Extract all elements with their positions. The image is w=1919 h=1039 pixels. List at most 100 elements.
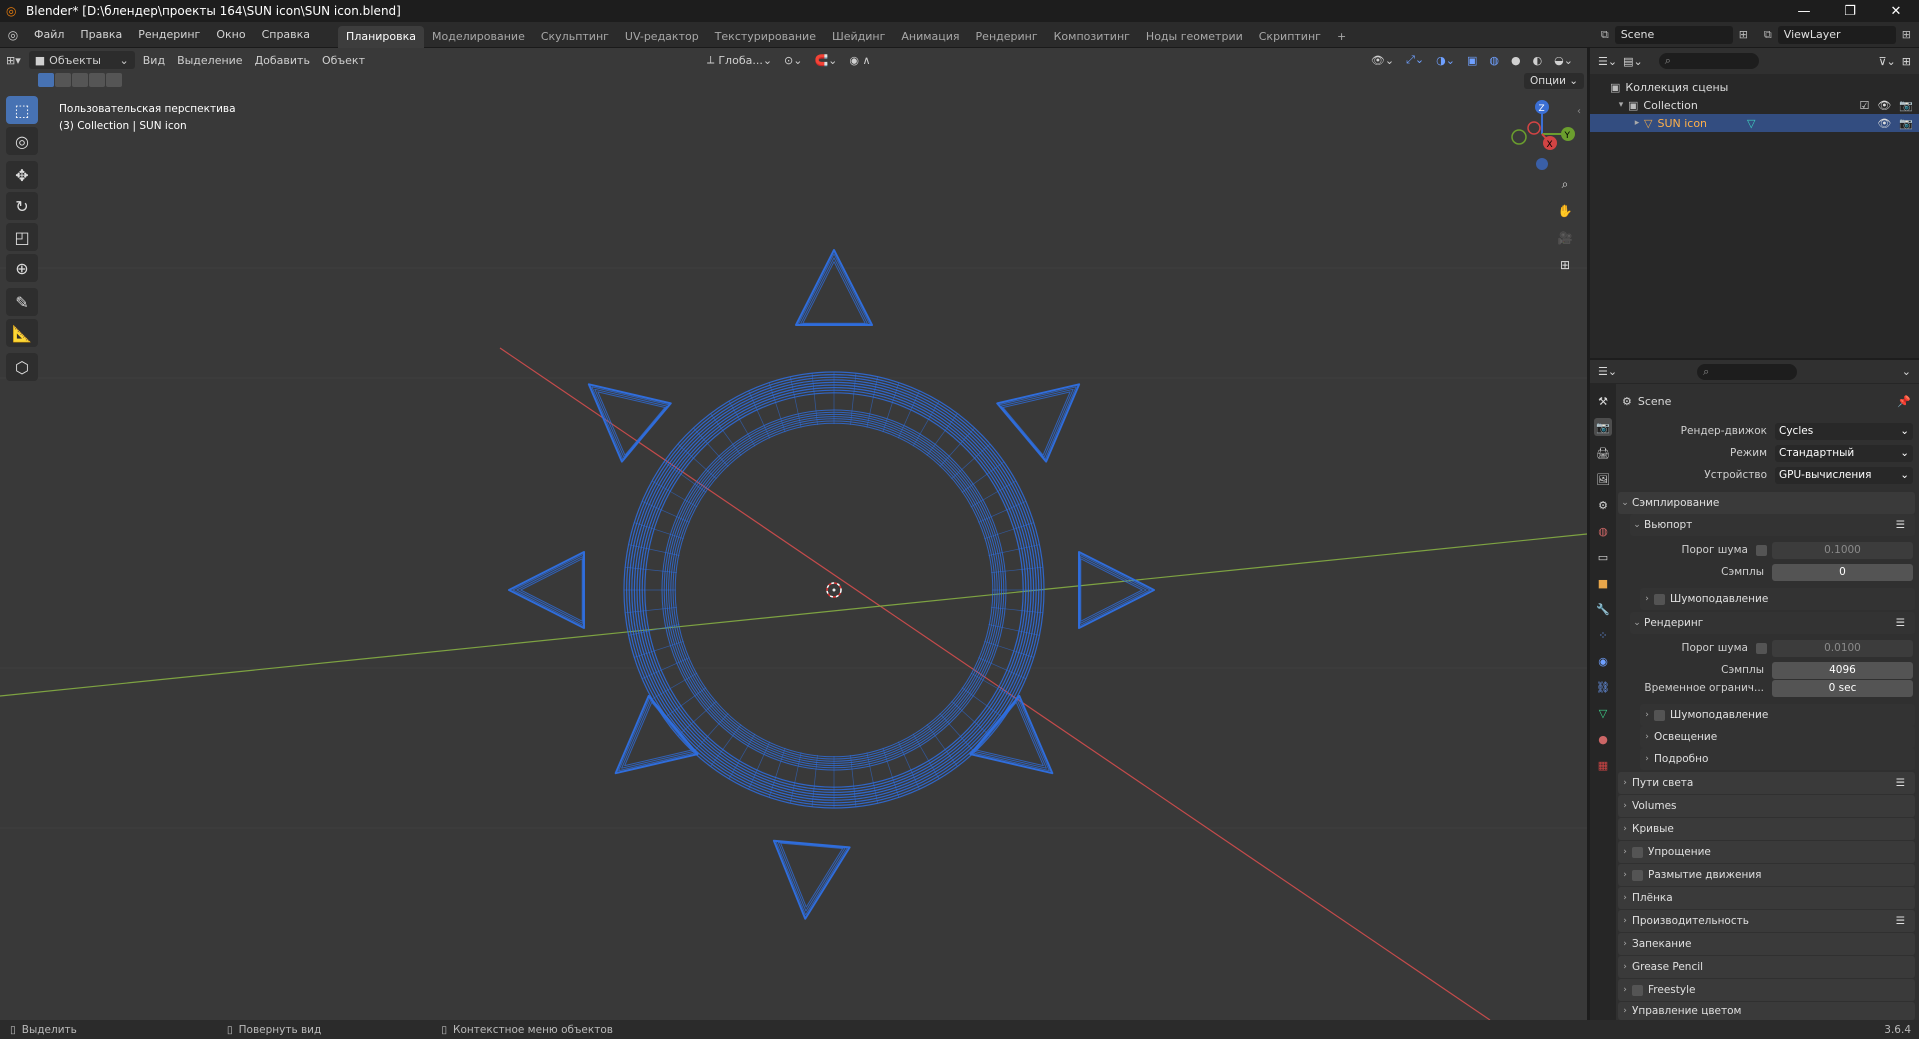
menu-object[interactable]: Объект [316, 51, 371, 69]
visibility-icon[interactable]: 👁⌄ [1365, 51, 1400, 69]
new-scene-icon[interactable]: ⊞ [1739, 28, 1748, 41]
vp-samples-field[interactable]: 0 [1772, 563, 1913, 581]
move-tool-icon[interactable]: ✥ [6, 161, 38, 189]
presets-list-icon[interactable]: ☰ [1896, 519, 1905, 531]
presets-list-icon[interactable]: ☰ [1896, 777, 1905, 789]
gizmo-toggle-icon[interactable]: ⤢⌄ [1400, 51, 1430, 69]
tab-compositing[interactable]: Композитинг [1046, 26, 1138, 48]
camera-icon[interactable]: 📷 [1899, 99, 1913, 112]
output-tab-icon[interactable]: 🖨 [1594, 444, 1612, 462]
object-tab-icon[interactable]: ■ [1594, 574, 1612, 592]
presets-list-icon[interactable]: ☰ [1896, 617, 1905, 629]
view-layer-tab-icon[interactable]: 🖼 [1594, 470, 1612, 488]
display-mode-icon[interactable]: ▤⌄ [1623, 55, 1643, 68]
zoom-icon[interactable]: ⌕ [1554, 173, 1576, 195]
vp-noise-checkbox[interactable] [1756, 544, 1767, 556]
outliner-scene-collection[interactable]: ▣ Коллекция сцены [1590, 78, 1919, 96]
tab-sculpting[interactable]: Скульптинг [533, 26, 617, 48]
tool-tab-icon[interactable]: ⚒ [1594, 392, 1612, 410]
expand-arrow-icon[interactable]: ▸ [1630, 118, 1644, 128]
proportional-edit-icon[interactable]: ◉ ∧ [843, 51, 876, 69]
annotate-tool-icon[interactable]: ✎ [6, 288, 38, 316]
cursor-tool-icon[interactable]: ◎ [6, 127, 38, 155]
pin-icon[interactable]: 📌 [1897, 395, 1911, 408]
panel-freestyle[interactable]: › Freestyle [1618, 979, 1915, 1001]
select-subtract-icon[interactable] [72, 73, 88, 87]
outliner-search-input[interactable]: ⌕ [1658, 53, 1759, 69]
tab-geometry-nodes[interactable]: Ноды геометрии [1138, 26, 1251, 48]
data-tab-icon[interactable]: ▽ [1594, 704, 1612, 722]
minimize-button[interactable]: — [1781, 4, 1827, 19]
orientation-dropdown[interactable]: ⟂ Глоба... ⌄ [701, 51, 778, 69]
solid-shading-icon[interactable]: ● [1505, 51, 1527, 69]
panel-bake[interactable]: › Запекание [1618, 933, 1915, 955]
measure-tool-icon[interactable]: 📐 [6, 319, 38, 347]
render-engine-dropdown[interactable]: Cycles ⌄ [1775, 422, 1913, 440]
select-intersect-icon[interactable] [106, 73, 122, 87]
tab-texture-paint[interactable]: Текстурирование [707, 26, 824, 48]
r-noise-checkbox[interactable] [1756, 642, 1767, 654]
ortho-toggle-icon[interactable]: ⊞ [1554, 254, 1576, 276]
r-time-field[interactable]: 0 sec [1772, 679, 1913, 697]
expand-arrow-icon[interactable]: ▾ [1614, 100, 1628, 110]
menu-render[interactable]: Рендеринг [130, 22, 208, 48]
close-button[interactable]: ✕ [1873, 4, 1919, 19]
select-new-icon[interactable] [38, 73, 54, 87]
menu-edit[interactable]: Правка [72, 22, 130, 48]
overlay-toggle-icon[interactable]: ◑⌄ [1430, 51, 1461, 69]
menu-select[interactable]: Выделение [171, 51, 249, 69]
menu-add[interactable]: Добавить [249, 51, 316, 69]
advanced-header[interactable]: › Подробно [1640, 748, 1915, 770]
collection-tab-icon[interactable]: ▭ [1594, 548, 1612, 566]
world-tab-icon[interactable]: ◍ [1594, 522, 1612, 540]
lighting-header[interactable]: › Освещение [1640, 726, 1915, 748]
exclude-checkbox-icon[interactable]: ☑ [1859, 99, 1869, 112]
menu-view[interactable]: Вид [137, 51, 171, 69]
3d-viewport[interactable] [0, 48, 1587, 1020]
r-denoise-header[interactable]: › Шумоподавление [1640, 704, 1915, 726]
modifier-tab-icon[interactable]: 🔧 [1594, 600, 1612, 618]
properties-search-input[interactable]: ⌕ [1697, 363, 1798, 380]
tab-layout[interactable]: Планировка [338, 25, 425, 48]
eye-icon[interactable]: 👁 [1877, 99, 1891, 112]
chevron-down-icon[interactable]: ⌄ [1902, 365, 1911, 378]
options-dropdown[interactable]: Опции ⌄ [1524, 73, 1585, 89]
vp-denoise-header[interactable]: › Шумоподавление [1640, 588, 1915, 610]
panel-performance[interactable]: › Производительность ☰ [1618, 910, 1915, 932]
outliner-collection-row[interactable]: ▾ ▣ Collection ☑ 👁 📷 [1590, 96, 1919, 114]
mesh-data-icon[interactable]: ▽ [1747, 117, 1755, 130]
device-dropdown[interactable]: GPU-вычисления ⌄ [1775, 466, 1913, 484]
tab-uv-editing[interactable]: UV-редактор [617, 26, 707, 48]
panel-color-management[interactable]: › Управление цветом [1618, 1002, 1915, 1020]
menu-file[interactable]: Файл [26, 22, 72, 48]
texture-tab-icon[interactable]: ▦ [1594, 756, 1612, 774]
tab-modeling[interactable]: Моделирование [424, 26, 533, 48]
select-invert-icon[interactable] [89, 73, 105, 87]
tab-scripting[interactable]: Скриптинг [1251, 26, 1329, 48]
rotate-tool-icon[interactable]: ↻ [6, 192, 38, 220]
menu-window[interactable]: Окно [208, 22, 253, 48]
add-workspace-button[interactable]: + [1329, 26, 1354, 48]
camera-view-icon[interactable]: 🎥 [1554, 227, 1576, 249]
freestyle-checkbox[interactable] [1632, 984, 1643, 996]
render-subpanel-header[interactable]: ⌄ Рендеринг ☰ [1630, 612, 1915, 634]
snap-icon[interactable]: 🧲⌄ [808, 51, 843, 69]
simplify-checkbox[interactable] [1632, 846, 1643, 858]
material-tab-icon[interactable]: ● [1594, 730, 1612, 748]
transform-tool-icon[interactable]: ⊕ [6, 254, 38, 282]
motion-blur-checkbox[interactable] [1632, 869, 1643, 881]
constraints-tab-icon[interactable]: ⛓ [1594, 678, 1612, 696]
menu-help[interactable]: Справка [254, 22, 318, 48]
scene-tab-icon[interactable]: ⚙ [1594, 496, 1612, 514]
sidebar-toggle-icon[interactable]: ‹ [1577, 106, 1581, 117]
r-noise-field[interactable]: 0.0100 [1772, 639, 1913, 657]
pan-hand-icon[interactable]: ✋ [1554, 200, 1576, 222]
viewport-subpanel-header[interactable]: ⌄ Вьюпорт ☰ [1630, 514, 1915, 536]
editor-type-icon[interactable]: ☰⌄ [1598, 55, 1617, 68]
physics-tab-icon[interactable]: ◉ [1594, 652, 1612, 670]
particles-tab-icon[interactable]: ⁘ [1594, 626, 1612, 644]
material-shading-icon[interactable]: ◐ [1527, 51, 1549, 69]
tab-shading[interactable]: Шейдинг [824, 26, 893, 48]
vp-denoise-checkbox[interactable] [1654, 593, 1665, 605]
panel-film[interactable]: › Плёнка [1618, 887, 1915, 909]
